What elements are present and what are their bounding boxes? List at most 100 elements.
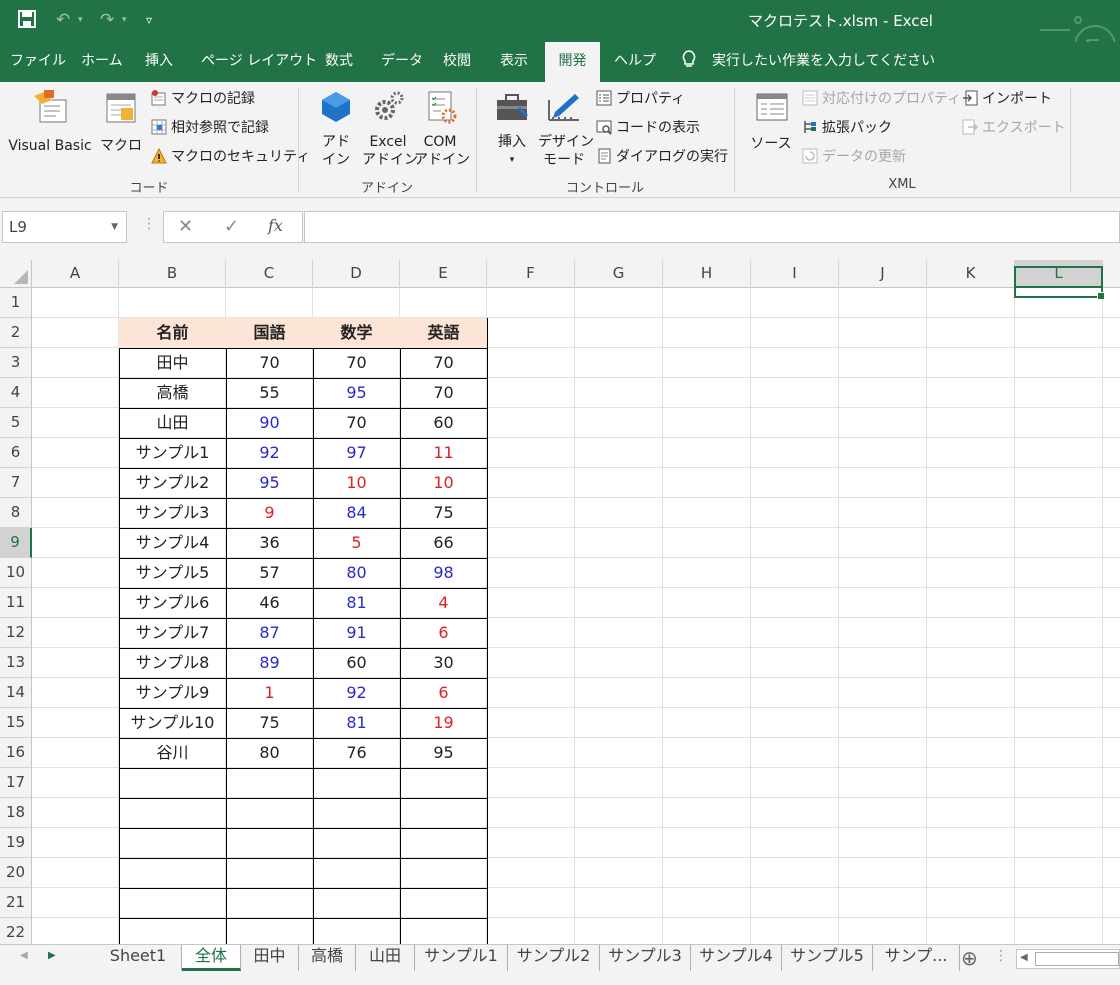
customize-icon[interactable]: ▿ (146, 10, 152, 30)
score-cell[interactable]: 70 (400, 378, 488, 409)
row-header-21[interactable]: 21 (0, 888, 32, 918)
score-cell[interactable]: 70 (313, 408, 401, 439)
row-header-12[interactable]: 12 (0, 618, 32, 648)
sheet-tab[interactable]: 田中 (241, 945, 299, 971)
tab-view[interactable]: 表示 (500, 42, 528, 82)
score-cell[interactable]: 87 (226, 618, 314, 649)
record-macro-button[interactable]: マクロの記録 (151, 90, 255, 108)
column-header-h[interactable]: H (663, 260, 751, 288)
score-cell[interactable]: 81 (313, 708, 401, 739)
scroll-left-icon[interactable]: ◀ (20, 950, 28, 961)
score-cell[interactable]: 75 (226, 708, 314, 739)
score-cell[interactable]: 80 (313, 558, 401, 589)
macro-button[interactable]: マクロ (98, 90, 144, 155)
score-cell[interactable]: 95 (226, 468, 314, 499)
score-cell[interactable]: 9 (226, 498, 314, 529)
macro-security-button[interactable]: マクロのセキュリティ (151, 147, 310, 166)
score-cell[interactable]: 11 (400, 438, 488, 469)
row-header-5[interactable]: 5 (0, 408, 32, 438)
tell-me-search[interactable]: 実行したい作業を入力してください (712, 42, 935, 82)
view-code-button[interactable]: コードの表示 (596, 119, 700, 137)
name-cell[interactable]: 谷川 (119, 738, 227, 769)
row-header-2[interactable]: 2 (0, 318, 32, 348)
column-header-d[interactable]: D (313, 260, 400, 288)
name-cell[interactable]: サンプル5 (119, 558, 227, 589)
row-header-11[interactable]: 11 (0, 588, 32, 618)
tab-data[interactable]: データ (381, 42, 423, 82)
name-cell[interactable]: 高橋 (119, 378, 227, 409)
cancel-icon[interactable]: ✕ (178, 216, 193, 237)
save-icon[interactable] (18, 10, 36, 33)
sheet-tab[interactable]: サンプル5 (782, 945, 873, 971)
row-header-16[interactable]: 16 (0, 738, 32, 768)
sheet-tab[interactable]: 全体 (182, 945, 241, 971)
visual-basic-button[interactable]: Visual Basic (4, 90, 96, 155)
score-cell[interactable]: 70 (226, 348, 314, 379)
score-cell[interactable]: 95 (400, 738, 488, 769)
tab-review[interactable]: 校閲 (443, 42, 471, 82)
expansion-pack-button[interactable]: 拡張パック (802, 119, 892, 137)
score-cell[interactable]: 70 (313, 348, 401, 379)
score-cell[interactable]: 84 (313, 498, 401, 529)
tab-home[interactable]: ホーム (81, 42, 123, 82)
undo-icon[interactable]: ↶ (56, 10, 70, 30)
row-header-19[interactable]: 19 (0, 828, 32, 858)
tab-page-layout[interactable]: ページ レイアウト (201, 42, 317, 82)
redo-dropdown-icon[interactable]: ▾ (122, 10, 127, 30)
row-header-22[interactable]: 22 (0, 918, 32, 944)
name-cell[interactable]: サンプル9 (119, 678, 227, 709)
empty-table-cell[interactable] (119, 828, 227, 859)
name-box[interactable]: L9 ▼ (2, 211, 127, 243)
score-cell[interactable]: 76 (313, 738, 401, 769)
refresh-data-button[interactable]: データの更新 (802, 148, 906, 166)
name-cell[interactable]: サンプル7 (119, 618, 227, 649)
score-cell[interactable]: 1 (226, 678, 314, 709)
name-cell[interactable]: サンプル4 (119, 528, 227, 559)
tab-insert[interactable]: 挿入 (145, 42, 173, 82)
name-cell[interactable]: サンプル10 (119, 708, 227, 739)
row-header-15[interactable]: 15 (0, 708, 32, 738)
column-header-g[interactable]: G (575, 260, 663, 288)
source-button[interactable]: ソース (746, 90, 796, 153)
hscroll-left-icon[interactable]: ◀ (1020, 952, 1028, 963)
row-header-17[interactable]: 17 (0, 768, 32, 798)
score-cell[interactable]: 92 (313, 678, 401, 709)
score-cell[interactable]: 30 (400, 648, 488, 679)
name-cell[interactable]: サンプル2 (119, 468, 227, 499)
row-header-8[interactable]: 8 (0, 498, 32, 528)
empty-table-cell[interactable] (226, 768, 314, 799)
column-header-c[interactable]: C (226, 260, 313, 288)
empty-table-cell[interactable] (119, 888, 227, 919)
sheet-tab[interactable]: 山田 (356, 945, 415, 971)
empty-table-cell[interactable] (226, 888, 314, 919)
row-header-13[interactable]: 13 (0, 648, 32, 678)
empty-table-cell[interactable] (400, 828, 488, 859)
enter-icon[interactable]: ✓ (224, 216, 239, 237)
name-cell[interactable]: 山田 (119, 408, 227, 439)
score-cell[interactable]: 70 (400, 348, 488, 379)
tab-formulas[interactable]: 数式 (325, 42, 353, 82)
horizontal-scrollbar[interactable]: ◀ (1016, 949, 1120, 969)
new-sheet-icon[interactable]: ⊕ (961, 946, 978, 970)
name-cell[interactable]: サンプル8 (119, 648, 227, 679)
score-cell[interactable]: 89 (226, 648, 314, 679)
name-cell[interactable]: サンプル3 (119, 498, 227, 529)
score-cell[interactable]: 57 (226, 558, 314, 589)
column-header-k[interactable]: K (927, 260, 1015, 288)
design-mode-button[interactable]: デザイン モード (538, 90, 594, 169)
row-header-7[interactable]: 7 (0, 468, 32, 498)
score-cell[interactable]: 81 (313, 588, 401, 619)
relative-reference-button[interactable]: 相対参照で記録 (151, 119, 269, 137)
score-cell[interactable]: 66 (400, 528, 488, 559)
map-properties-button[interactable]: 対応付けのプロパティ (802, 90, 961, 108)
row-header-9[interactable]: 9 (0, 528, 32, 558)
empty-table-cell[interactable] (400, 858, 488, 889)
selected-cell-l9[interactable] (1014, 266, 1105, 300)
table-header-cell[interactable]: 名前 (119, 318, 227, 349)
sheet-tab[interactable]: サンプル3 (600, 945, 691, 971)
column-header-i[interactable]: I (751, 260, 839, 288)
empty-table-cell[interactable] (313, 858, 401, 889)
name-box-dropdown-icon[interactable]: ▼ (111, 212, 118, 242)
hscroll-thumb[interactable] (1035, 952, 1119, 966)
tab-file[interactable]: ファイル (10, 42, 66, 82)
